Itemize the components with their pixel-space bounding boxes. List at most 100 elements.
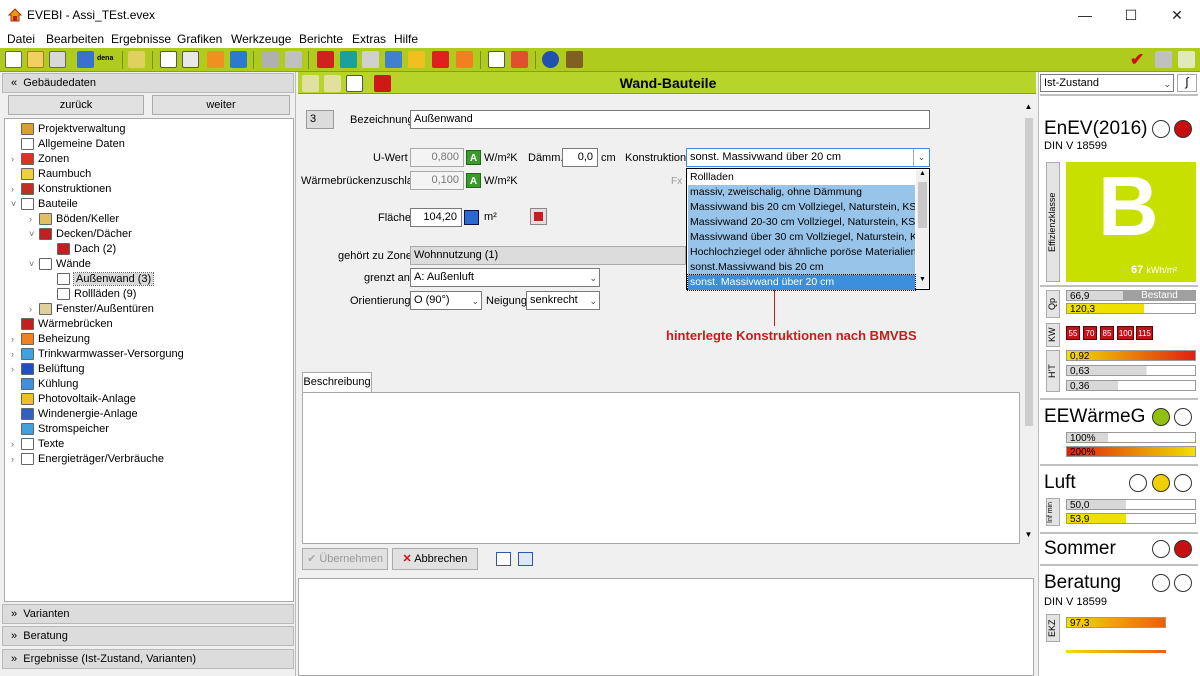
dropdown-option[interactable]: Rollladen: [688, 170, 915, 185]
tree-expander-icon[interactable]: ›: [11, 452, 21, 467]
calculator-area-icon[interactable]: [530, 208, 547, 225]
menu-extras[interactable]: Extras: [352, 32, 386, 46]
tree-item[interactable]: Allgemeine Daten: [11, 137, 125, 152]
tree-item[interactable]: ˅ Bauteile: [11, 197, 78, 212]
sun-icon[interactable]: [408, 51, 425, 68]
section-ergebnisse[interactable]: » Ergebnisse (Ist-Zustand, Varianten): [2, 649, 294, 669]
building-icon[interactable]: [317, 51, 334, 68]
flaeche-input[interactable]: 104,20: [410, 208, 462, 227]
blue-arrow-icon[interactable]: [230, 51, 247, 68]
copy-icon[interactable]: [346, 75, 363, 92]
tree-item[interactable]: › Zonen: [11, 152, 69, 167]
dropdown-option[interactable]: Hochlochziegel oder ähnliche poröse Mate…: [688, 245, 915, 260]
forward-button[interactable]: weiter: [152, 95, 290, 115]
tree-item[interactable]: › Trinkwarmwasser-Versorgung: [11, 347, 184, 362]
scroll-down-icon[interactable]: ▼: [1022, 530, 1035, 543]
tree-item[interactable]: › Energieträger/Verbräuche: [11, 452, 164, 467]
import-arrow-icon[interactable]: [77, 51, 94, 68]
report-icon[interactable]: [488, 51, 505, 68]
menu-werkzeuge[interactable]: Werkzeuge: [231, 32, 291, 46]
tree-item[interactable]: › Böden/Keller: [29, 212, 119, 227]
menu-bearbeiten[interactable]: Bearbeiten: [46, 32, 104, 46]
neigung-select[interactable]: senkrecht ⌄: [526, 291, 600, 310]
export-icon[interactable]: [1155, 51, 1172, 68]
document-icon[interactable]: [160, 51, 177, 68]
tree-item[interactable]: ˅ Wände: [29, 257, 91, 272]
new-file-icon[interactable]: [5, 51, 22, 68]
konstruktion-select[interactable]: sonst. Massivwand über 20 cm ⌄: [686, 148, 930, 167]
tree-expander-icon[interactable]: ›: [11, 152, 21, 167]
tree-expander-icon[interactable]: ›: [29, 212, 39, 227]
tree-item[interactable]: ˅ Decken/Dächer: [29, 227, 132, 242]
tree-item[interactable]: Dach (2): [47, 242, 116, 257]
orange-arrow-icon[interactable]: [207, 51, 224, 68]
tree-item[interactable]: Windenergie-Anlage: [11, 407, 138, 422]
tree-item[interactable]: Photovoltaik-Anlage: [11, 392, 136, 407]
tree-item[interactable]: Außenwand (3): [47, 272, 155, 287]
wbz-input[interactable]: 0,100: [410, 171, 464, 190]
tree-expander-icon[interactable]: ˅: [11, 197, 21, 212]
video-play-icon[interactable]: [374, 75, 391, 92]
state-select[interactable]: Ist-Zustand ⌄: [1040, 74, 1174, 92]
tree-expander-icon[interactable]: ›: [29, 302, 39, 317]
tree-expander-icon[interactable]: ˅: [29, 227, 39, 242]
menu-grafiken[interactable]: Grafiken: [177, 32, 222, 46]
curve-icon[interactable]: ∫: [1177, 74, 1197, 92]
chevron-down-icon[interactable]: ⌄: [471, 293, 479, 310]
grenzt-select[interactable]: A: Außenluft ⌄: [410, 268, 600, 287]
wand-tool-icon[interactable]: [128, 51, 145, 68]
add-row-icon[interactable]: [302, 75, 319, 92]
chevron-down-icon[interactable]: ⌄: [589, 270, 597, 287]
back-button[interactable]: zurück: [8, 95, 144, 115]
dropdown-option[interactable]: Massivwand bis 20 cm Vollziegel, Naturst…: [688, 200, 915, 215]
tree-item[interactable]: Kühlung: [11, 377, 78, 392]
orientierung-select[interactable]: O (90°) ⌄: [410, 291, 482, 310]
dena-button[interactable]: dena: [97, 55, 113, 62]
chart-icon[interactable]: [1178, 51, 1195, 68]
scroll-down-icon[interactable]: ▼: [916, 276, 929, 286]
tree-item[interactable]: › Konstruktionen: [11, 182, 111, 197]
uwert-auto-icon[interactable]: A: [466, 150, 481, 165]
chart-report-icon[interactable]: [511, 51, 528, 68]
help-icon[interactable]: [542, 51, 559, 68]
tree-item[interactable]: › Fenster/Außentüren: [29, 302, 154, 317]
list-icon[interactable]: [285, 51, 302, 68]
euro-icon[interactable]: [456, 51, 473, 68]
section-beratung[interactable]: » Beratung: [2, 626, 294, 646]
dropdown-option-selected[interactable]: sonst. Massivwand über 20 cm: [687, 274, 916, 291]
magnifier-icon[interactable]: [362, 51, 379, 68]
hierarchy-icon[interactable]: [262, 51, 279, 68]
check-icon[interactable]: ✔: [1130, 50, 1144, 70]
bezeichnung-input[interactable]: Außenwand: [410, 110, 930, 129]
chevron-down-icon[interactable]: ⌄: [589, 293, 597, 310]
remove-row-icon[interactable]: [324, 75, 341, 92]
tree-item[interactable]: › Beheizung: [11, 332, 90, 347]
tree-item[interactable]: Wärmebrücken: [11, 317, 113, 332]
tree-item[interactable]: Raumbuch: [11, 167, 91, 182]
tree-expander-icon[interactable]: ›: [11, 347, 21, 362]
minimize-button[interactable]: —: [1062, 0, 1108, 30]
scroll-up-icon[interactable]: ▲: [916, 170, 929, 180]
tab-beschreibung[interactable]: Beschreibung: [302, 372, 372, 392]
dropdown-option[interactable]: Massivwand über 30 cm Vollziegel, Naturs…: [688, 230, 915, 245]
chevron-down-icon[interactable]: ⌄: [913, 149, 929, 166]
close-button[interactable]: ✕: [1154, 0, 1200, 30]
scrollbar-thumb[interactable]: [1025, 118, 1033, 426]
dropdown-scrollbar[interactable]: ▲ ▼: [916, 170, 929, 288]
tree-item[interactable]: Rollläden (9): [47, 287, 136, 302]
tree-expander-icon[interactable]: ›: [11, 362, 21, 377]
form-view-icon[interactable]: [496, 552, 511, 566]
grid-icon[interactable]: [340, 51, 357, 68]
menu-ergebnisse[interactable]: Ergebnisse: [111, 32, 171, 46]
tree-item[interactable]: › Texte: [11, 437, 64, 452]
dropdown-option[interactable]: Massivwand 20-30 cm Vollziegel, Naturste…: [688, 215, 915, 230]
clipboard-icon[interactable]: [49, 51, 66, 68]
tree-item[interactable]: Stromspeicher: [11, 422, 109, 437]
tree-expander-icon[interactable]: ›: [11, 332, 21, 347]
flaeche-edit-icon[interactable]: [464, 210, 479, 225]
zone-field[interactable]: Wohnnutzung (1): [410, 246, 686, 265]
chevron-down-icon[interactable]: ⌄: [1163, 76, 1171, 92]
tree-expander-icon[interactable]: ›: [11, 182, 21, 197]
scrollbar-thumb[interactable]: [918, 182, 927, 228]
section-varianten[interactable]: » Varianten: [2, 604, 294, 624]
